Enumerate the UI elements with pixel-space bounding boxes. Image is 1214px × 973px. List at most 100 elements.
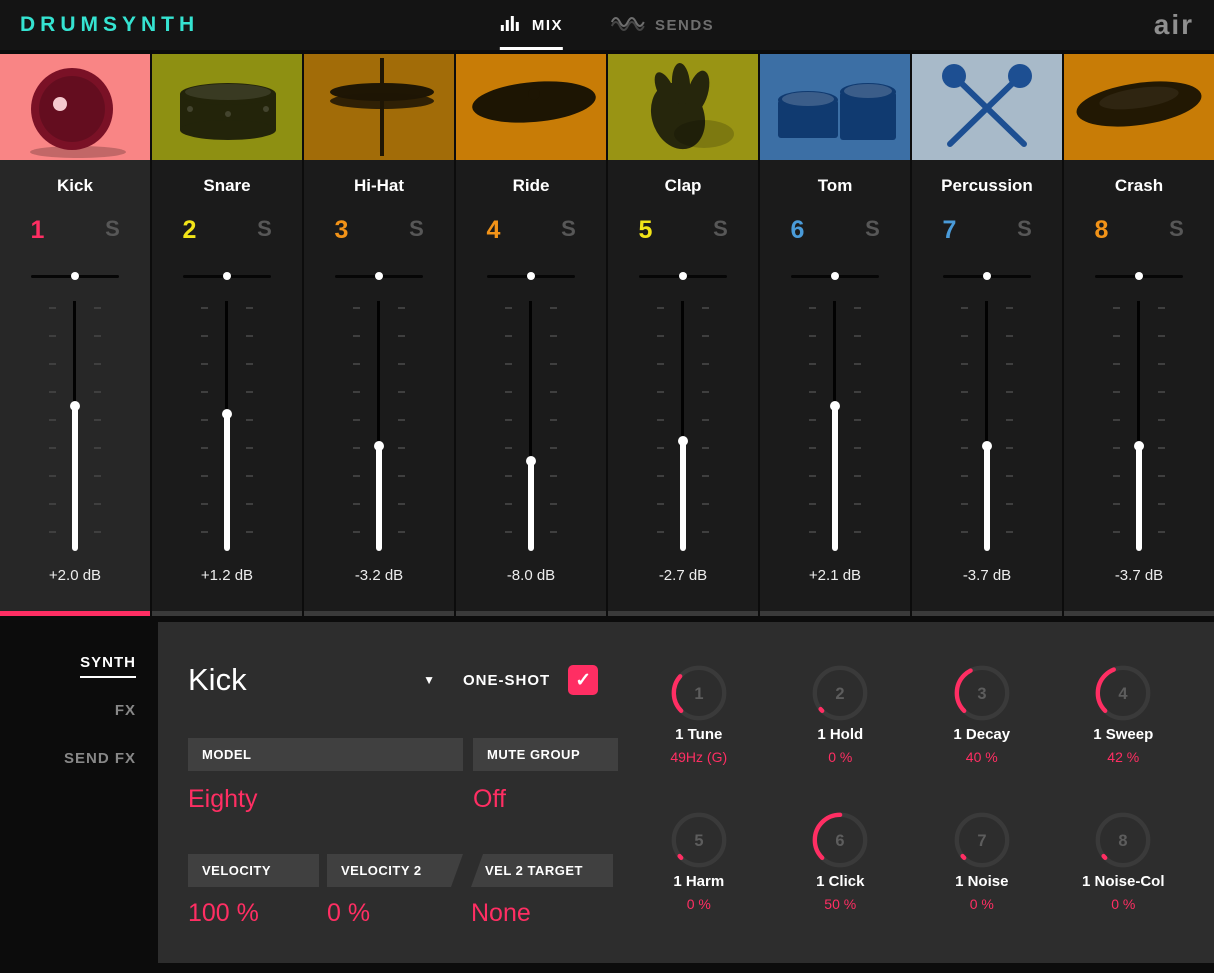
knob-cell: 3 1 Decay 40 % <box>911 662 1053 765</box>
sidebar-item-synth[interactable]: SYNTH <box>80 654 136 678</box>
fader-ticks-left <box>505 307 512 545</box>
solo-button[interactable]: S <box>835 216 910 245</box>
solo-button[interactable]: S <box>531 216 606 245</box>
channel-strip-tom[interactable]: Tom 6 S +2.1 dB <box>760 54 910 616</box>
knob-1-decay[interactable]: 3 <box>951 662 1013 724</box>
solo-button[interactable]: S <box>1139 216 1214 245</box>
pan-handle[interactable] <box>831 272 839 280</box>
instrument-dropdown[interactable]: Kick ▼ <box>188 662 463 698</box>
svg-text:3: 3 <box>977 685 986 703</box>
solo-button[interactable]: S <box>75 216 150 245</box>
pan-slider[interactable] <box>487 271 575 281</box>
knob-1-harm[interactable]: 5 <box>668 809 730 871</box>
vel2-target-value[interactable]: None <box>471 899 531 928</box>
svg-text:7: 7 <box>977 832 986 850</box>
knob-1-sweep[interactable]: 4 <box>1092 662 1154 724</box>
channel-strip-hi-hat[interactable]: Hi-Hat 3 S -3.2 dB <box>304 54 454 616</box>
channel-artwork[interactable] <box>152 54 302 160</box>
fader-thumb[interactable] <box>526 456 536 466</box>
sidebar-item-send-fx[interactable]: SEND FX <box>64 750 136 774</box>
header: DRUMSYNTH MIX SENDS air <box>0 0 1214 50</box>
solo-button[interactable]: S <box>379 216 454 245</box>
channel-number: 6 <box>790 216 805 244</box>
fader-thumb[interactable] <box>830 401 840 411</box>
volume-fader[interactable] <box>456 301 606 551</box>
volume-fader[interactable] <box>304 301 454 551</box>
pan-slider[interactable] <box>791 271 879 281</box>
pan-slider[interactable] <box>639 271 727 281</box>
fader-ticks-right <box>550 307 557 545</box>
fader-thumb[interactable] <box>678 436 688 446</box>
knob-cell: 5 1 Harm 0 % <box>628 809 770 912</box>
channel-number: 8 <box>1094 216 1109 244</box>
pan-slider[interactable] <box>335 271 423 281</box>
pan-slider[interactable] <box>31 271 119 281</box>
pan-handle[interactable] <box>71 272 79 280</box>
knob-1-noise-col[interactable]: 8 <box>1092 809 1154 871</box>
velocity2-value[interactable]: 0 % <box>327 899 471 928</box>
fader-thumb[interactable] <box>222 408 232 419</box>
knob-cell: 4 1 Sweep 42 % <box>1053 662 1195 765</box>
pan-handle[interactable] <box>223 272 231 280</box>
fader-ticks-left <box>201 307 208 545</box>
solo-button[interactable]: S <box>683 216 758 245</box>
sidebar-item-fx[interactable]: FX <box>115 702 136 726</box>
fader-thumb[interactable] <box>1134 441 1144 451</box>
channel-number: 7 <box>942 216 957 244</box>
checkmark-icon: ✓ <box>575 669 592 691</box>
channel-artwork[interactable] <box>608 54 758 160</box>
fader-fill <box>224 413 230 551</box>
volume-fader[interactable] <box>1064 301 1214 551</box>
volume-readout: -8.0 dB <box>506 567 556 584</box>
volume-fader[interactable] <box>912 301 1062 551</box>
volume-fader[interactable] <box>0 301 150 551</box>
fader-fill <box>528 461 534 551</box>
channel-number: 1 <box>30 216 45 244</box>
channel-artwork[interactable] <box>1064 54 1214 160</box>
editor-left-column: Kick ▼ ONE-SHOT ✓ MODEL MUTE GROUP Eight… <box>188 662 628 963</box>
channel-strip-percussion[interactable]: Percussion 7 S -3.7 dB <box>912 54 1062 616</box>
pan-slider[interactable] <box>183 271 271 281</box>
knob-1-click[interactable]: 6 <box>809 809 871 871</box>
editor-sidebar: SYNTH FX SEND FX <box>0 622 158 963</box>
fader-thumb[interactable] <box>70 401 80 411</box>
channel-strip-snare[interactable]: Snare 2 S +1.2 dB <box>152 54 302 616</box>
fader-thumb[interactable] <box>374 441 384 451</box>
channel-strip-ride[interactable]: Ride 4 S -8.0 dB <box>456 54 606 616</box>
channel-artwork[interactable] <box>304 54 454 160</box>
pan-handle[interactable] <box>679 272 687 280</box>
pan-handle[interactable] <box>527 272 535 280</box>
model-value[interactable]: Eighty <box>188 785 473 814</box>
knob-1-noise[interactable]: 7 <box>951 809 1013 871</box>
channel-artwork[interactable] <box>760 54 910 160</box>
volume-fader[interactable] <box>608 301 758 551</box>
knob-1-hold[interactable]: 2 <box>809 662 871 724</box>
one-shot-label: ONE-SHOT <box>463 671 551 689</box>
channel-name: Ride <box>512 176 550 195</box>
tab-mix[interactable]: MIX <box>499 0 563 50</box>
knob-value: 50 % <box>824 896 857 912</box>
solo-button[interactable]: S <box>227 216 302 245</box>
volume-fader[interactable] <box>152 301 302 551</box>
pan-handle[interactable] <box>1135 272 1143 280</box>
velocity-value[interactable]: 100 % <box>188 899 327 928</box>
pan-handle[interactable] <box>983 272 991 280</box>
channel-strip-clap[interactable]: Clap 5 S -2.7 dB <box>608 54 758 616</box>
channel-artwork[interactable] <box>0 54 150 160</box>
solo-button[interactable]: S <box>987 216 1062 245</box>
pan-slider[interactable] <box>1095 271 1183 281</box>
channel-artwork[interactable] <box>456 54 606 160</box>
channel-artwork[interactable] <box>912 54 1062 160</box>
channel-strip-kick[interactable]: Kick 1 S +2.0 dB <box>0 54 150 616</box>
fader-thumb[interactable] <box>982 441 992 451</box>
velocity-field-label: VELOCITY <box>188 854 319 887</box>
pan-slider[interactable] <box>943 271 1031 281</box>
svg-text:5: 5 <box>694 832 703 850</box>
one-shot-checkbox[interactable]: ✓ <box>568 665 599 695</box>
volume-fader[interactable] <box>760 301 910 551</box>
tab-sends[interactable]: SENDS <box>611 0 714 50</box>
knob-1-tune[interactable]: 1 <box>668 662 730 724</box>
channel-strip-crash[interactable]: Crash 8 S -3.7 dB <box>1064 54 1214 616</box>
pan-handle[interactable] <box>375 272 383 280</box>
mute-group-value[interactable]: Off <box>473 785 506 814</box>
